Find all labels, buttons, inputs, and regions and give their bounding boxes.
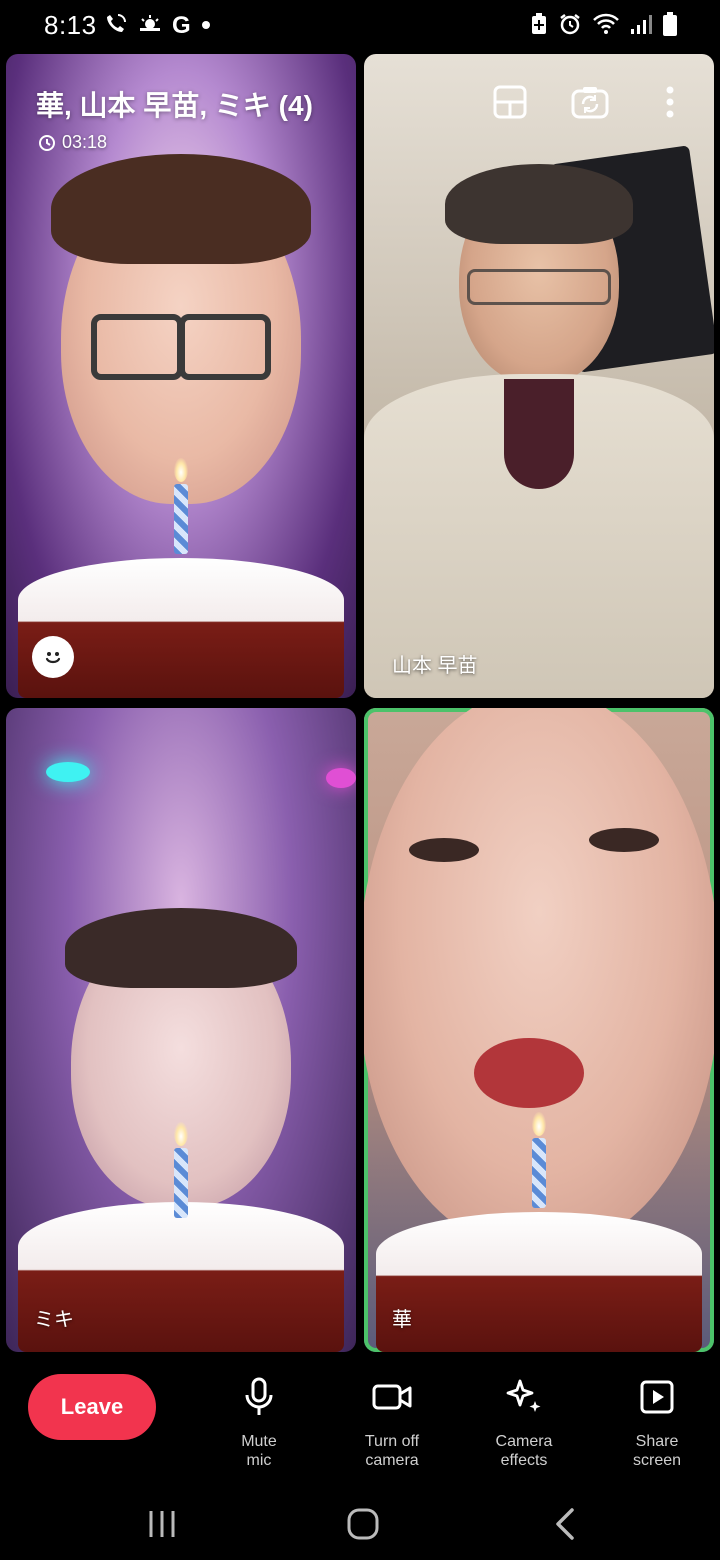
participant-video (445, 164, 633, 384)
notification-dot-icon (201, 17, 211, 35)
signal-icon (630, 13, 652, 40)
smiley-icon (40, 644, 66, 670)
mute-mic-label: Mute mic (241, 1433, 277, 1469)
top-actions (490, 82, 690, 122)
participant-name: 山本 早苗 (392, 655, 478, 677)
switch-camera-button[interactable] (570, 82, 610, 122)
more-options-button[interactable] (650, 82, 690, 122)
camera-effects-label: Camera effects (495, 1433, 553, 1469)
share-screen-button[interactable]: Share screen (602, 1378, 712, 1470)
google-icon: G (172, 12, 191, 39)
battery-icon (662, 11, 678, 42)
alarm-icon (558, 12, 582, 41)
camera-effects-button[interactable]: Camera effects (469, 1378, 579, 1470)
timer-text: 03:18 (62, 132, 108, 152)
share-screen-icon (640, 1380, 674, 1414)
participant-name: 華 (392, 1309, 412, 1331)
switch-camera-icon (571, 87, 609, 119)
wifi-icon (592, 13, 620, 40)
status-bar: 8:13 G (0, 0, 720, 52)
video-tile-3[interactable]: ミキ (6, 708, 356, 1352)
call-timer: 03:18 (38, 132, 107, 153)
call-controls: Leave Mute mic Turn off camera Camera ef… (0, 1362, 720, 1472)
clock-icon (39, 134, 55, 151)
video-tile-2[interactable]: 山本 早苗 (364, 54, 714, 698)
video-camera-icon (372, 1384, 412, 1410)
back-icon (556, 1508, 574, 1540)
cake-effect (376, 1212, 702, 1352)
cake-effect (18, 558, 344, 698)
recent-apps-icon (149, 1511, 175, 1537)
leave-button[interactable]: Leave (28, 1374, 156, 1440)
recent-apps-button[interactable] (132, 1500, 192, 1548)
sparkle-icon (506, 1379, 541, 1412)
share-screen-label: Share screen (632, 1433, 682, 1469)
wifi-call-icon (104, 12, 128, 41)
home-button[interactable] (333, 1500, 393, 1548)
effects-smiley-button[interactable] (32, 636, 74, 678)
home-icon (347, 1508, 379, 1540)
video-tile-4[interactable]: 華 (364, 708, 714, 1352)
participant-video (51, 154, 311, 504)
microphone-icon (245, 1377, 273, 1415)
more-icon (666, 86, 674, 118)
system-nav-bar (0, 1490, 720, 1560)
turn-off-camera-button[interactable]: Turn off camera (337, 1378, 447, 1470)
turn-off-camera-label: Turn off camera (364, 1433, 420, 1469)
status-time: 8:13 (44, 10, 97, 40)
mute-mic-button[interactable]: Mute mic (204, 1377, 314, 1470)
call-title: 華, 山本 早苗, ミキ (4) (36, 90, 313, 121)
layout-icon (493, 85, 527, 119)
weather-icon (138, 13, 162, 40)
participant-name: ミキ (34, 1309, 74, 1331)
layout-button[interactable] (490, 82, 530, 122)
battery-saver-icon (530, 12, 548, 41)
back-button[interactable] (534, 1500, 594, 1548)
